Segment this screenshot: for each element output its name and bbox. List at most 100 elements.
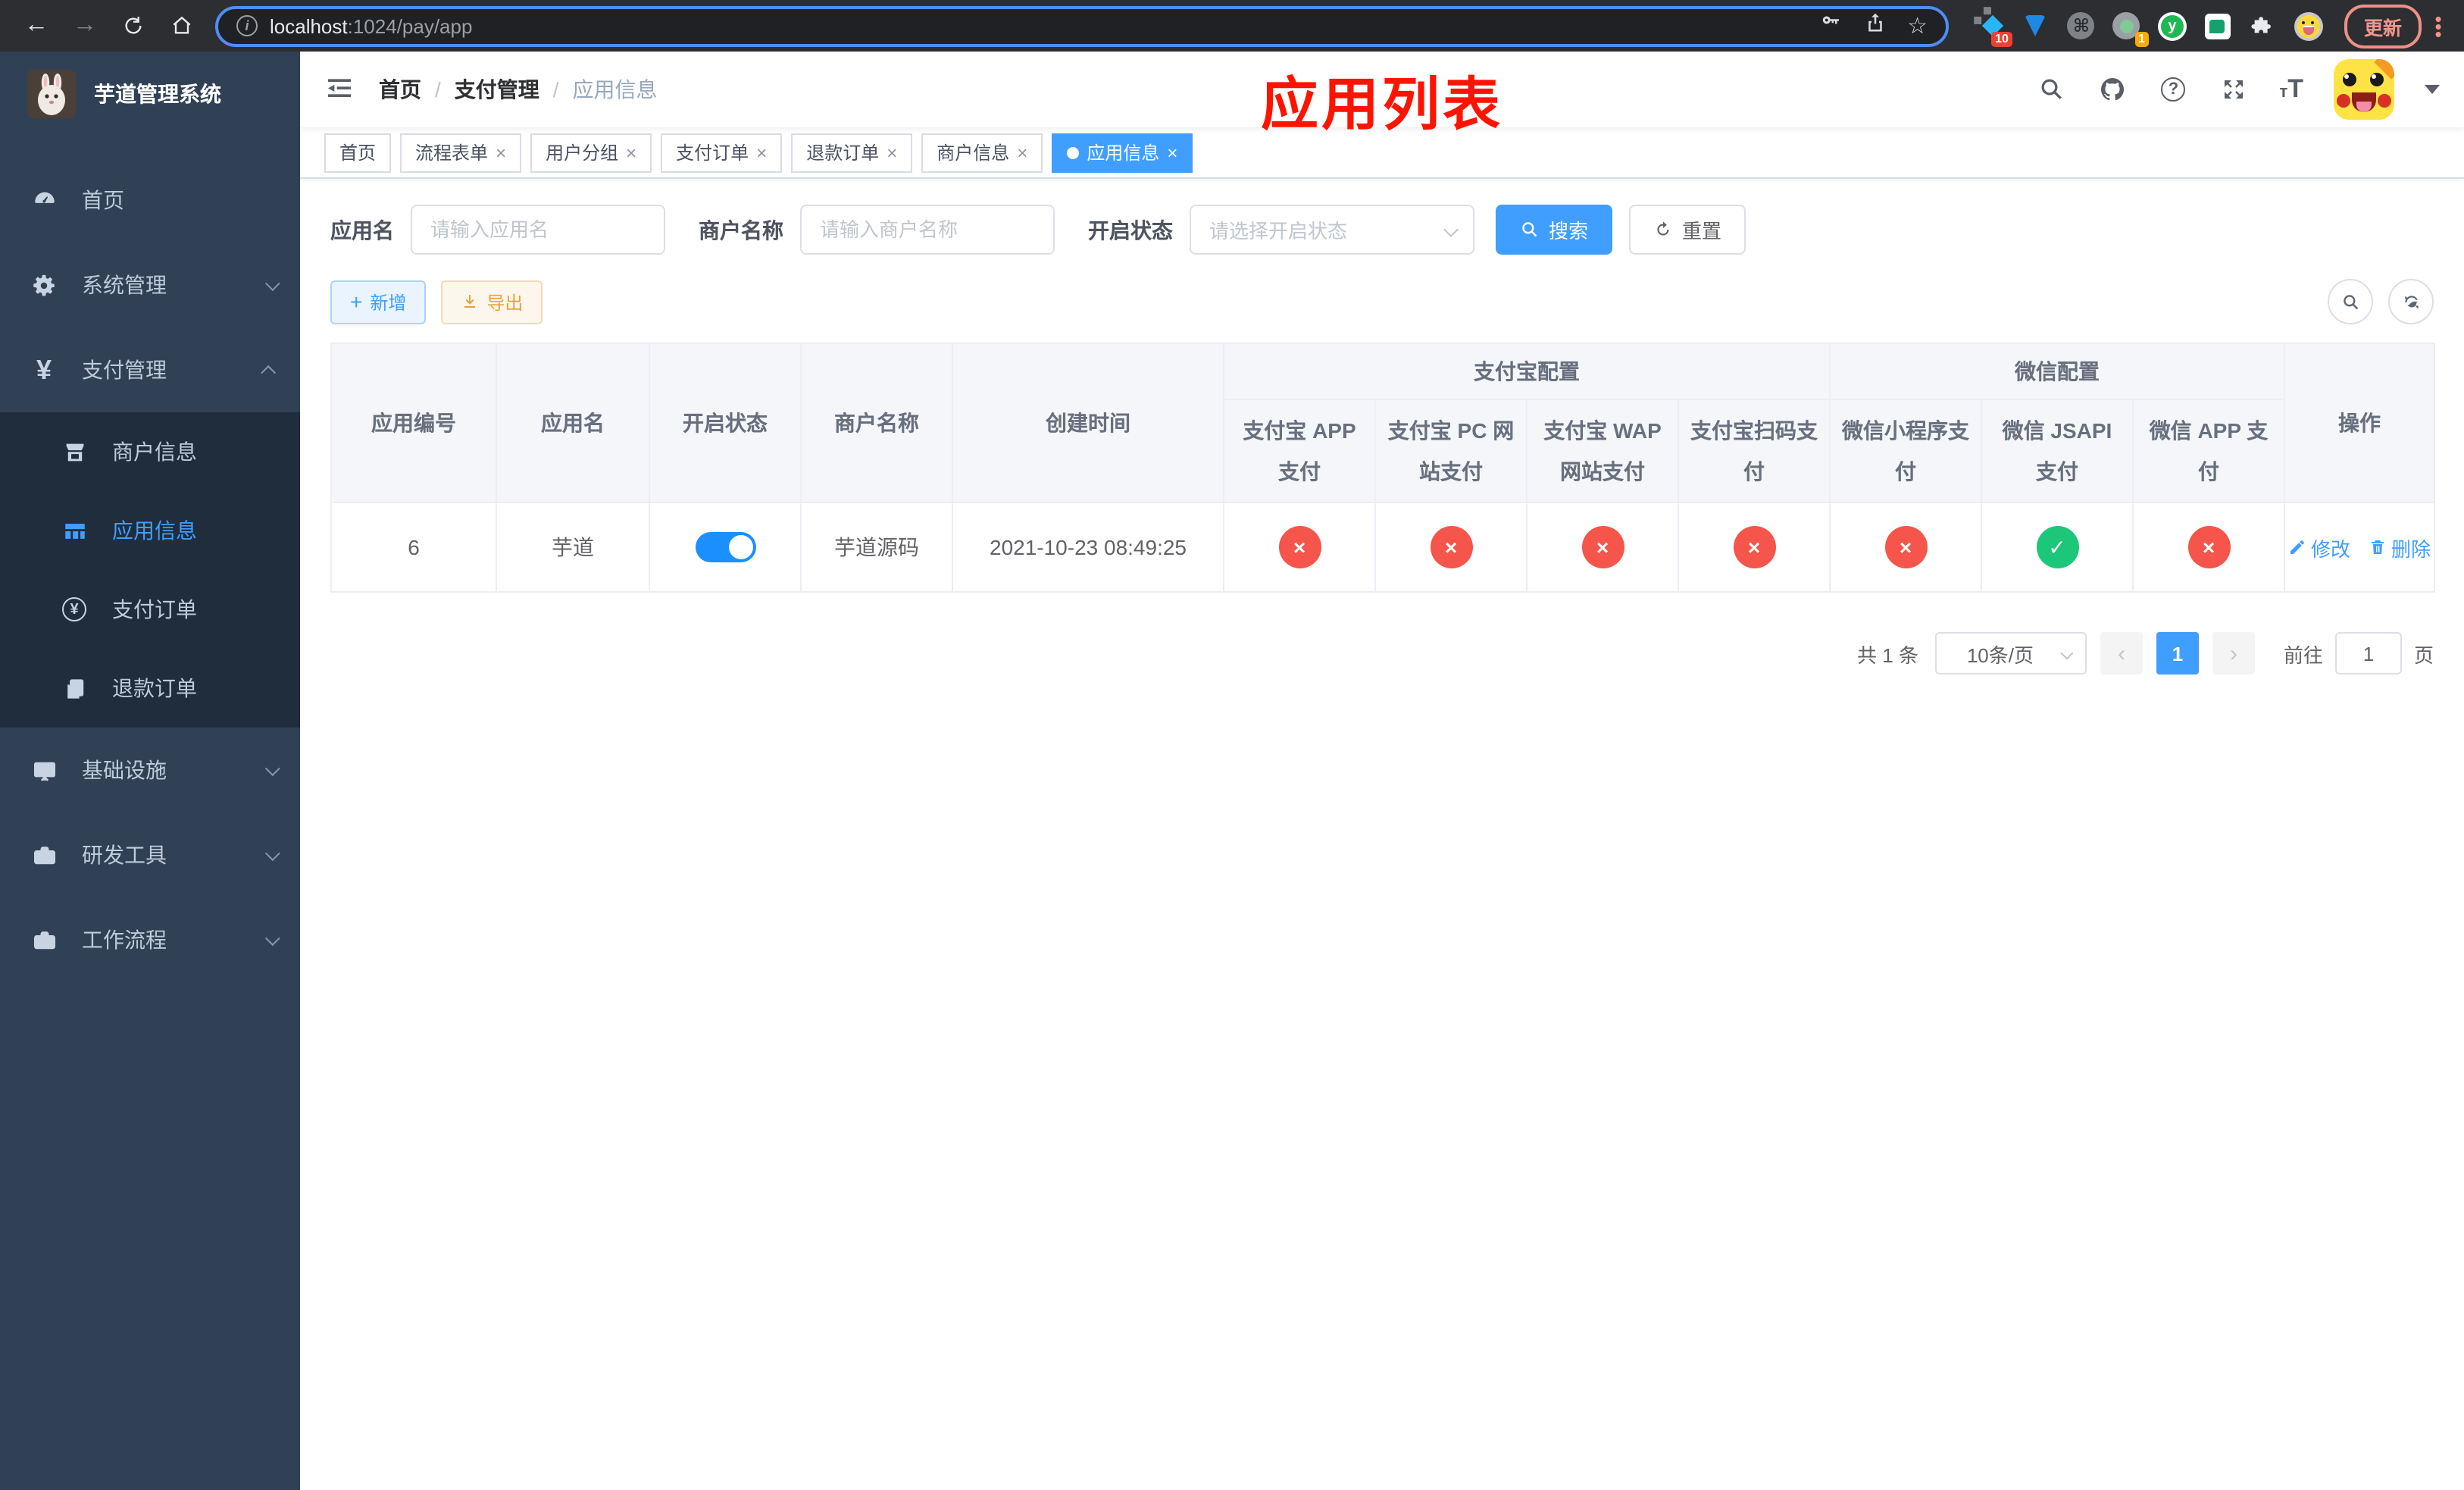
- sidebar-item-pay-orders[interactable]: ¥ 支付订单: [0, 570, 300, 649]
- user-menu-caret-icon[interactable]: [2425, 85, 2440, 94]
- channel-status-icon[interactable]: ×: [1733, 526, 1775, 568]
- sidebar-item-refund-orders[interactable]: 退款订单: [0, 649, 300, 728]
- sidebar-item-infrastructure[interactable]: 基础设施: [0, 728, 300, 812]
- channel-status-icon[interactable]: ×: [2187, 526, 2230, 568]
- app-name-input[interactable]: [411, 205, 665, 255]
- app-name-label: 应用名: [330, 218, 394, 242]
- font-size-icon[interactable]: тT: [2279, 74, 2303, 105]
- close-icon[interactable]: ×: [496, 142, 506, 163]
- tab-merchant-info[interactable]: 商户信息 ×: [921, 133, 1043, 172]
- col-group-alipay: 支付宝配置: [1223, 343, 1831, 400]
- next-page-button[interactable]: ›: [2212, 632, 2255, 675]
- show-search-toggle-button[interactable]: [2328, 279, 2373, 324]
- browser-back-icon[interactable]: ←: [17, 6, 56, 45]
- close-icon[interactable]: ×: [1167, 142, 1177, 163]
- extension-gem-icon[interactable]: [2022, 11, 2050, 40]
- status-select[interactable]: 请选择开启状态: [1190, 205, 1474, 255]
- breadcrumb-section[interactable]: 支付管理: [455, 74, 539, 105]
- tab-app-info[interactable]: 应用信息 ×: [1052, 133, 1193, 172]
- tab-refund-orders[interactable]: 退款订单 ×: [791, 133, 913, 172]
- tab-process-form[interactable]: 流程表单 ×: [400, 133, 522, 172]
- search-icon: [2343, 294, 2358, 309]
- refresh-table-button[interactable]: [2388, 279, 2434, 324]
- page-number-button[interactable]: 1: [2156, 632, 2199, 675]
- channel-status-icon[interactable]: ×: [1430, 526, 1472, 568]
- status-toggle[interactable]: [695, 532, 755, 562]
- share-icon[interactable]: [1863, 11, 1886, 41]
- sidebar-item-home[interactable]: 首页: [0, 158, 300, 243]
- channel-status-icon[interactable]: ✓: [2036, 526, 2078, 568]
- profile-emoji-icon[interactable]: [2294, 11, 2323, 40]
- fullscreen-icon[interactable]: [2219, 74, 2249, 105]
- tab-user-group[interactable]: 用户分组 ×: [530, 133, 652, 172]
- merchant-name-input[interactable]: [800, 205, 1055, 255]
- channel-status-icon[interactable]: ×: [1278, 526, 1321, 568]
- page-size-select[interactable]: 10条/页: [1934, 632, 2087, 675]
- app-logo[interactable]: 芋道管理系统: [0, 52, 300, 136]
- reset-button[interactable]: 重置: [1629, 205, 1746, 255]
- sidebar-item-payment[interactable]: ¥ 支付管理: [0, 327, 300, 412]
- help-icon[interactable]: ?: [2158, 74, 2188, 105]
- sidebar-item-system[interactable]: 系统管理: [0, 243, 300, 327]
- github-icon[interactable]: [2097, 74, 2128, 105]
- logo-rabbit-avatar: [27, 70, 76, 118]
- extension-recorder-icon[interactable]: 1: [2112, 11, 2149, 46]
- search-icon: [1522, 222, 1537, 237]
- delete-button[interactable]: 删除: [2369, 533, 2431, 562]
- status-label: 开启状态: [1088, 218, 1173, 242]
- extension-command-icon[interactable]: ⌘: [2067, 11, 2096, 40]
- extensions-puzzle-icon[interactable]: [2249, 11, 2278, 40]
- sidebar-item-workflow[interactable]: 工作流程: [0, 897, 300, 982]
- header-search-icon[interactable]: [2037, 74, 2067, 105]
- cell-merchant: 芋道源码: [800, 502, 953, 593]
- close-icon[interactable]: ×: [1017, 142, 1027, 163]
- sidebar-collapse-icon[interactable]: [324, 73, 358, 106]
- tab-pay-orders[interactable]: 支付订单 ×: [661, 133, 783, 172]
- col-actions: 操作: [2284, 343, 2435, 503]
- browser-home-icon[interactable]: [162, 6, 202, 45]
- goto-label: 前往: [2283, 643, 2323, 666]
- export-button[interactable]: 导出: [441, 280, 543, 324]
- close-icon[interactable]: ×: [886, 142, 897, 163]
- url-text[interactable]: localhost:1024/pay/app: [270, 14, 1807, 37]
- edit-button[interactable]: 修改: [2288, 533, 2350, 562]
- user-avatar[interactable]: [2334, 59, 2394, 120]
- extension-chat-icon[interactable]: [2203, 11, 2232, 40]
- cell-app-id: 6: [330, 502, 497, 593]
- sidebar-item-dev-tools[interactable]: 研发工具: [0, 812, 300, 897]
- grid-table-icon: [61, 517, 88, 544]
- app-title: 芋道管理系统: [94, 82, 221, 106]
- sidebar-item-label: 退款订单: [112, 676, 197, 700]
- col-app-name: 应用名: [496, 343, 650, 503]
- close-icon[interactable]: ×: [626, 142, 636, 163]
- search-button[interactable]: 搜索: [1496, 205, 1613, 255]
- channel-status-icon[interactable]: ×: [1884, 526, 1927, 568]
- browser-forward-icon[interactable]: →: [65, 6, 105, 45]
- breadcrumb-home[interactable]: 首页: [379, 74, 421, 105]
- sidebar-item-merchant-info[interactable]: 商户信息: [0, 412, 300, 491]
- goto-page-input[interactable]: [2334, 632, 2402, 675]
- chevron-down-icon: [264, 275, 280, 291]
- screen: ← → i localhost:1024/pay/app ☆ 10 ⌘ 1 y …: [0, 0, 2464, 1490]
- sidebar-item-app-info[interactable]: 应用信息: [0, 491, 300, 570]
- yen-circle-icon: ¥: [61, 596, 88, 623]
- close-icon[interactable]: ×: [756, 142, 767, 163]
- extension-y-icon[interactable]: y: [2157, 11, 2187, 40]
- monitor-icon: [30, 756, 58, 784]
- prev-page-button[interactable]: ‹: [2100, 632, 2143, 675]
- tab-home[interactable]: 首页: [324, 133, 392, 172]
- active-dot: [1067, 146, 1080, 158]
- address-bar[interactable]: i localhost:1024/pay/app ☆: [215, 5, 1949, 46]
- extension-diamond-icon[interactable]: 10: [1976, 11, 2012, 46]
- add-button[interactable]: + 新增: [330, 280, 427, 324]
- gear-icon: [30, 271, 58, 299]
- extension-badge: 10: [1991, 31, 2012, 46]
- password-key-icon[interactable]: [1819, 11, 1842, 41]
- browser-update-button[interactable]: 更新: [2344, 4, 2422, 48]
- bookmark-star-icon[interactable]: ☆: [1907, 12, 1928, 39]
- site-info-icon[interactable]: i: [236, 15, 258, 36]
- browser-menu-icon[interactable]: • • •: [2428, 8, 2449, 43]
- sidebar-item-label: 支付管理: [82, 358, 167, 382]
- browser-reload-icon[interactable]: [114, 6, 153, 45]
- channel-status-icon[interactable]: ×: [1581, 526, 1624, 568]
